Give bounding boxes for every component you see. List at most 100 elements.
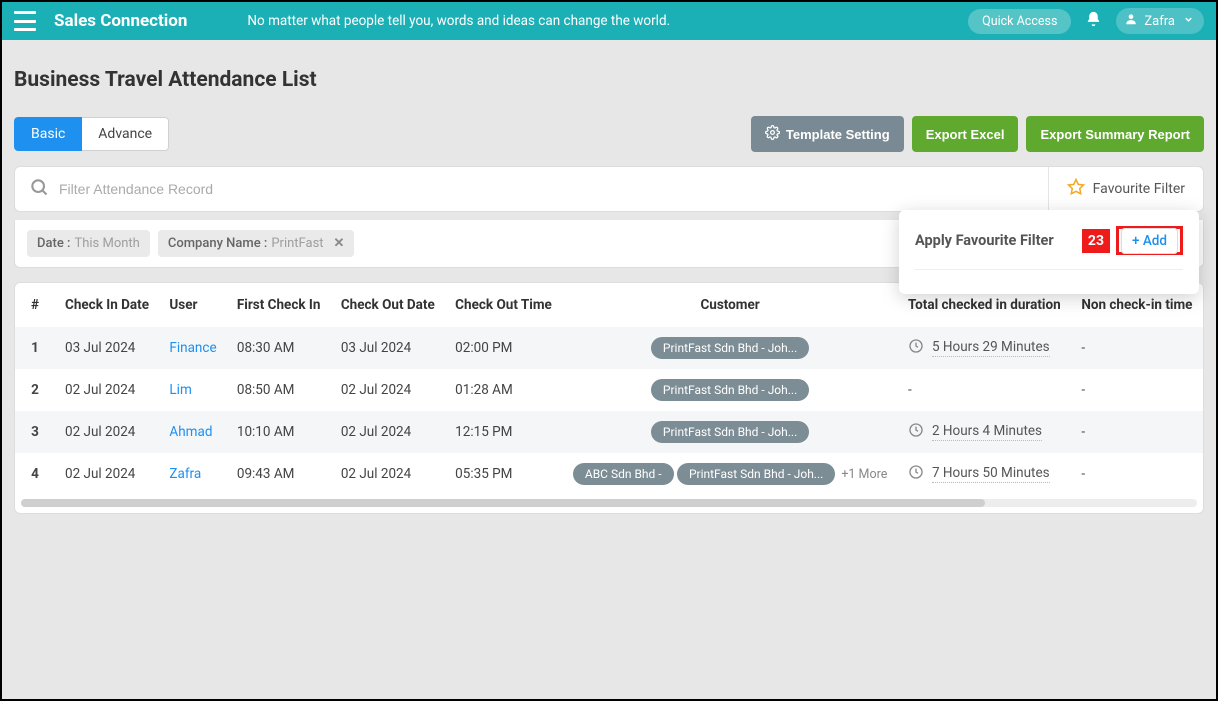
cell-first-checkin: 08:30 AM <box>227 327 331 369</box>
duration-value: 7 Hours 50 Minutes <box>932 465 1050 483</box>
search-icon <box>29 177 59 201</box>
table-row: 402 Jul 2024Zafra09:43 AM02 Jul 202405:3… <box>15 453 1203 495</box>
chevron-down-icon <box>1183 14 1194 29</box>
cell-checkin-date: 02 Jul 2024 <box>55 369 159 411</box>
cell-first-checkin: 09:43 AM <box>227 453 331 495</box>
search-input[interactable] <box>59 181 1034 197</box>
customer-pill[interactable]: PrintFast Sdn Bhd - Joh... <box>677 463 835 485</box>
clock-icon <box>908 422 924 442</box>
col-user: User <box>159 283 226 327</box>
popup-step-badge: 23 <box>1082 229 1110 253</box>
scrollbar-thumb[interactable] <box>21 499 985 507</box>
cell-noncheckin: - <box>1071 369 1203 411</box>
duration-value: - <box>908 382 912 398</box>
menu-icon[interactable] <box>14 11 36 31</box>
tab-basic[interactable]: Basic <box>14 117 82 151</box>
cell-first-checkin: 10:10 AM <box>227 411 331 453</box>
cell-checkout-time: 01:28 AM <box>445 369 562 411</box>
attendance-table: # Check In Date User First Check In Chec… <box>15 283 1203 495</box>
user-link[interactable]: Finance <box>169 340 216 356</box>
favourite-filter-button[interactable]: Favourite Filter <box>1048 167 1203 211</box>
customer-pill[interactable]: PrintFast Sdn Bhd - Joh... <box>651 337 809 359</box>
popup-add-highlight: + Add <box>1116 226 1183 255</box>
cell-duration: 2 Hours 4 Minutes <box>898 411 1071 453</box>
cell-duration: 7 Hours 50 Minutes <box>898 453 1071 495</box>
col-customer: Customer <box>562 283 898 327</box>
favourite-filter-popup: Apply Favourite Filter 23 + Add <box>899 210 1199 294</box>
chip-date-value: This Month <box>74 236 139 251</box>
cell-user: Lim <box>159 369 226 411</box>
popup-title: Apply Favourite Filter <box>915 232 1054 249</box>
cell-checkout-date: 02 Jul 2024 <box>331 453 445 495</box>
cell-duration: 5 Hours 29 Minutes <box>898 327 1071 369</box>
export-excel-button[interactable]: Export Excel <box>912 116 1019 152</box>
cell-checkin-date: 03 Jul 2024 <box>55 327 159 369</box>
cell-checkout-time: 12:15 PM <box>445 411 562 453</box>
cell-customer: ABC Sdn Bhd - PrintFast Sdn Bhd - Joh...… <box>562 453 898 495</box>
user-link[interactable]: Ahmad <box>169 424 212 440</box>
cell-noncheckin: - <box>1071 327 1203 369</box>
user-name: Zafra <box>1144 14 1175 29</box>
attendance-table-card: # Check In Date User First Check In Chec… <box>14 282 1204 514</box>
brand-title: Sales Connection <box>54 11 187 31</box>
cell-user: Zafra <box>159 453 226 495</box>
table-row: 202 Jul 2024Lim08:50 AM02 Jul 202401:28 … <box>15 369 1203 411</box>
view-tabs: Basic Advance <box>14 117 169 151</box>
cell-first-checkin: 08:50 AM <box>227 369 331 411</box>
cell-noncheckin: - <box>1071 453 1203 495</box>
customer-pill[interactable]: ABC Sdn Bhd - <box>573 463 674 485</box>
customer-pill[interactable]: PrintFast Sdn Bhd - Joh... <box>651 421 809 443</box>
search-area <box>15 167 1048 211</box>
col-first-checkin: First Check In <box>227 283 331 327</box>
template-setting-button[interactable]: Template Setting <box>751 116 904 152</box>
user-link[interactable]: Lim <box>169 382 191 398</box>
user-icon <box>1124 12 1138 30</box>
cell-duration: - <box>898 369 1071 411</box>
clock-icon <box>908 464 924 484</box>
top-bar: Sales Connection No matter what people t… <box>2 2 1216 40</box>
bell-icon[interactable] <box>1085 10 1102 32</box>
table-row: 302 Jul 2024Ahmad10:10 AM02 Jul 202412:1… <box>15 411 1203 453</box>
cell-customer: PrintFast Sdn Bhd - Joh... <box>562 411 898 453</box>
col-checkin-date: Check In Date <box>55 283 159 327</box>
customer-pill[interactable]: PrintFast Sdn Bhd - Joh... <box>651 379 809 401</box>
col-checkout-date: Check Out Date <box>331 283 445 327</box>
add-favourite-button[interactable]: + Add <box>1121 228 1178 254</box>
cell-checkout-time: 05:35 PM <box>445 453 562 495</box>
star-icon <box>1067 178 1085 200</box>
tab-advance[interactable]: Advance <box>82 117 169 151</box>
chip-date-label: Date : <box>37 236 70 251</box>
cell-checkout-date: 02 Jul 2024 <box>331 411 445 453</box>
cell-user: Ahmad <box>159 411 226 453</box>
export-summary-button[interactable]: Export Summary Report <box>1026 116 1204 152</box>
chip-company-remove-icon[interactable]: ✕ <box>334 236 345 251</box>
cell-noncheckin: - <box>1071 411 1203 453</box>
cell-checkin-date: 02 Jul 2024 <box>55 411 159 453</box>
cell-idx: 3 <box>15 411 55 453</box>
duration-value: 2 Hours 4 Minutes <box>932 423 1042 441</box>
chip-company-label: Company Name : <box>168 236 268 251</box>
cell-user: Finance <box>159 327 226 369</box>
user-menu[interactable]: Zafra <box>1116 8 1204 34</box>
duration-value: 5 Hours 29 Minutes <box>932 339 1050 357</box>
filter-chip-date[interactable]: Date : This Month <box>27 230 150 257</box>
favourite-filter-label: Favourite Filter <box>1093 181 1185 197</box>
page-title: Business Travel Attendance List <box>14 68 1204 92</box>
chip-company-value: PrintFast <box>271 236 323 251</box>
cell-customer: PrintFast Sdn Bhd - Joh... <box>562 327 898 369</box>
user-link[interactable]: Zafra <box>169 466 201 482</box>
horizontal-scrollbar[interactable] <box>21 499 1197 507</box>
template-setting-label: Template Setting <box>786 127 890 142</box>
more-customers[interactable]: +1 More <box>841 467 887 482</box>
col-checkout-time: Check Out Time <box>445 283 562 327</box>
tagline-text: No matter what people tell you, words an… <box>247 13 968 29</box>
cell-checkout-date: 03 Jul 2024 <box>331 327 445 369</box>
table-row: 103 Jul 2024Finance08:30 AM03 Jul 202402… <box>15 327 1203 369</box>
cell-customer: PrintFast Sdn Bhd - Joh... <box>562 369 898 411</box>
filter-chip-company[interactable]: Company Name : PrintFast ✕ <box>158 230 355 257</box>
clock-icon <box>908 338 924 358</box>
cell-idx: 1 <box>15 327 55 369</box>
cell-checkout-time: 02:00 PM <box>445 327 562 369</box>
quick-access-button[interactable]: Quick Access <box>968 9 1071 34</box>
col-idx: # <box>15 283 55 327</box>
